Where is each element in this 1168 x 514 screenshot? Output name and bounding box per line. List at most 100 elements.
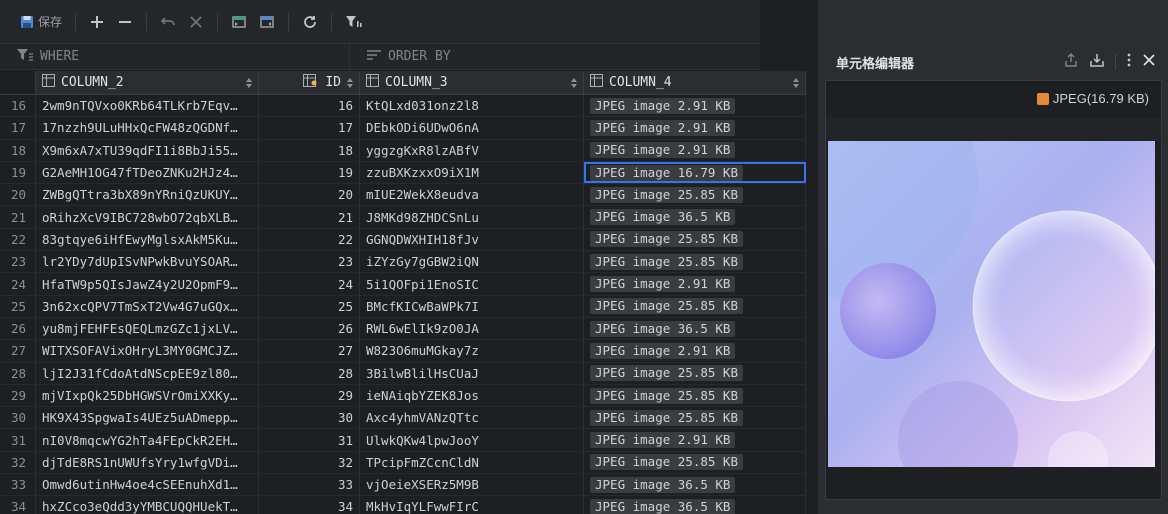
table-row[interactable]: 27 WITXSOFAVixOHryL3MY0GMCJZ… 27 W823O6muMG… — [0, 340, 806, 363]
cell-column-4[interactable]: JPEG image 25.85 KB — [584, 451, 806, 474]
cell-column-4[interactable]: JPEG image 2.91 KB — [584, 139, 806, 161]
cell-id[interactable]: 22 — [259, 228, 360, 251]
cancel-button[interactable] — [182, 8, 210, 36]
table-row[interactable]: 22 83gtqye6iHfEwyMglsxAkM5Ku… 22 GGNQDWXHIH… — [0, 228, 806, 252]
cell-id[interactable]: 21 — [259, 206, 360, 228]
cell-id[interactable]: 31 — [259, 429, 360, 451]
cell-column-4[interactable]: JPEG image 25.85 KB — [584, 407, 806, 429]
cell-column-4[interactable]: JPEG image 2.91 KB — [584, 117, 806, 139]
table-row[interactable]: 28 ljI2J31fCdoAtdNScpEE9zl80… 28 3BilwBlilH… — [0, 362, 806, 385]
cell-column-3[interactable]: KtQLxd031onz2l8 — [360, 95, 584, 117]
cell-column-2[interactable]: yu8mjFEHFEsQEQLmzGZc1jxLV… — [36, 317, 259, 340]
cell-column-3[interactable]: J8MKd98ZHDCSnLu — [360, 206, 584, 228]
sort-icon[interactable] — [571, 78, 577, 88]
cell-column-4[interactable]: JPEG image 36.5 KB — [584, 496, 806, 514]
cell-column-4[interactable]: JPEG image 25.85 KB — [584, 228, 806, 251]
cell-column-2[interactable]: X9m6xA7xTU39qdFI1i8BbJi55… — [36, 139, 259, 161]
cell-column-3[interactable]: vjOeieXSERz5M9B — [360, 474, 584, 496]
cell-column-2[interactable]: HfaTW9p5QIsJawZ4y2U2OpmF9… — [36, 273, 259, 295]
add-row-button[interactable] — [83, 8, 111, 36]
cell-id[interactable]: 28 — [259, 362, 360, 384]
cell-column-2[interactable]: oRihzXcV9IBC728wbO72qbXLB… — [36, 206, 259, 228]
table-row[interactable]: 16 2wm9nTQVxo0KRb64TLKrb7Eqv… 16 KtQLxd031o… — [0, 95, 806, 118]
sort-icon[interactable] — [347, 78, 353, 88]
close-icon[interactable] — [1142, 53, 1156, 70]
cell-column-4[interactable]: JPEG image 2.91 KB — [584, 429, 806, 451]
undo-button[interactable] — [154, 8, 182, 36]
cell-id[interactable]: 19 — [259, 161, 360, 184]
cell-column-4[interactable]: JPEG image 25.85 KB — [584, 362, 806, 384]
cell-id[interactable]: 29 — [259, 384, 360, 407]
cell-column-2[interactable]: 2wm9nTQVxo0KRb64TLKrb7Eqv… — [36, 95, 259, 117]
export-button[interactable] — [253, 8, 281, 36]
cell-column-4[interactable]: JPEG image 25.85 KB — [584, 184, 806, 206]
cell-column-3[interactable]: UlwkQKw4lpwJooY — [360, 429, 584, 451]
cell-id[interactable]: 24 — [259, 273, 360, 295]
table-row[interactable]: 24 HfaTW9p5QIsJawZ4y2U2OpmF9… 24 5i1QOFpi1E… — [0, 273, 806, 296]
cell-column-2[interactable]: 3n62xcQPV7TmSxT2Vw4G7uGQx… — [36, 295, 259, 317]
column-header-column-2[interactable]: COLUMN_2 — [36, 71, 259, 94]
table-row[interactable]: 19 G2AeMH1OG47fTDeoZNKu2HJz4… 19 zzuBXKzxxO… — [0, 161, 806, 185]
cell-column-2[interactable]: mjVIxpQk25DbHGWSVrOmiXXKy… — [36, 384, 259, 407]
cell-column-3[interactable]: 5i1QOFpi1EnoSIC — [360, 273, 584, 295]
column-header-column-3[interactable]: COLUMN_3 — [360, 71, 584, 94]
table-row[interactable]: 21 oRihzXcV9IBC728wbO72qbXLB… 21 J8MKd98ZHD… — [0, 206, 806, 229]
filter-button[interactable] — [339, 8, 369, 36]
cell-column-3[interactable]: RWL6wElIk9zO0JA — [360, 317, 584, 340]
cell-column-3[interactable]: iZYzGy7gGBW2iQN — [360, 251, 584, 273]
table-row[interactable]: 34 hxZCco3eQdd3yYMBCUQQHUekT… 34 MkHvIqYLFw… — [0, 496, 806, 514]
table-row[interactable]: 33 Omwd6utinHw4oe4cSEEnuhXd1… 33 vjOeieXSER… — [0, 474, 806, 497]
cell-column-4[interactable]: JPEG image 25.85 KB — [584, 251, 806, 273]
sort-icon[interactable] — [793, 78, 799, 88]
download-icon[interactable] — [1089, 52, 1105, 71]
sort-icon[interactable] — [246, 78, 252, 88]
cell-column-4[interactable]: JPEG image 36.5 KB — [584, 474, 806, 496]
cell-column-3[interactable]: Axc4yhmVANzQTtc — [360, 407, 584, 429]
upload-icon[interactable] — [1063, 52, 1079, 71]
save-button[interactable]: 保存 — [14, 8, 68, 36]
column-header-id[interactable]: ID — [259, 71, 360, 94]
cell-id[interactable]: 20 — [259, 184, 360, 206]
cell-column-4[interactable]: JPEG image 25.85 KB — [584, 295, 806, 317]
import-button[interactable] — [225, 8, 253, 36]
cell-column-3[interactable]: 3BilwBlilHsCUaJ — [360, 362, 584, 384]
delete-row-button[interactable] — [111, 8, 139, 36]
cell-column-4[interactable]: JPEG image 36.5 KB — [584, 317, 806, 340]
cell-column-2[interactable]: HK9X43SpgwaIs4UEz5uADmepp… — [36, 407, 259, 429]
cell-column-4[interactable]: JPEG image 2.91 KB — [584, 273, 806, 295]
table-row[interactable]: 20 ZWBgQTtra3bX89nYRniQzUKUY… 20 mIUE2WekX8… — [0, 184, 806, 207]
cell-column-3[interactable]: mIUE2WekX8eudva — [360, 184, 584, 206]
cell-column-4[interactable]: JPEG image 16.79 KB — [584, 161, 806, 184]
cell-column-2[interactable]: 17nzzh9ULuHHxQcFW48zQGDNf… — [36, 117, 259, 139]
cell-id[interactable]: 23 — [259, 251, 360, 273]
table-row[interactable]: 25 3n62xcQPV7TmSxT2Vw4G7uGQx… 25 BMcfKICwBa… — [0, 295, 806, 318]
cell-id[interactable]: 27 — [259, 340, 360, 362]
cell-column-3[interactable]: DEbkODi6UDwO6nA — [360, 117, 584, 139]
cell-id[interactable]: 30 — [259, 407, 360, 429]
cell-column-3[interactable]: W823O6muMGkay7z — [360, 340, 584, 362]
cell-column-2[interactable]: G2AeMH1OG47fTDeoZNKu2HJz4… — [36, 161, 259, 184]
cell-id[interactable]: 25 — [259, 295, 360, 317]
order-by-input[interactable]: ORDER BY — [350, 44, 451, 69]
cell-column-3[interactable]: MkHvIqYLFwwFIrC — [360, 496, 584, 514]
table-row[interactable]: 23 lr2YDy7dUpISvNPwkBvuYSOAR… 23 iZYzGy7gGB… — [0, 251, 806, 274]
cell-id[interactable]: 33 — [259, 474, 360, 496]
cell-column-2[interactable]: ljI2J31fCdoAtdNScpEE9zl80… — [36, 362, 259, 384]
cell-column-3[interactable]: BMcfKICwBaWPk7I — [360, 295, 584, 317]
where-filter-input[interactable]: WHERE — [0, 44, 350, 69]
column-header-column-4[interactable]: COLUMN_4 — [584, 71, 806, 94]
cell-id[interactable]: 16 — [259, 95, 360, 117]
cell-column-3[interactable]: zzuBXKzxxO9iX1M — [360, 161, 584, 184]
cell-column-2[interactable]: 83gtqye6iHfEwyMglsxAkM5Ku… — [36, 228, 259, 251]
cell-column-2[interactable]: hxZCco3eQdd3yYMBCUQQHUekT… — [36, 496, 259, 514]
table-row[interactable]: 31 nI0V8mqcwYG2hTa4FEpCkR2EH… 31 UlwkQKw4lp… — [0, 429, 806, 452]
table-row[interactable]: 30 HK9X43SpgwaIs4UEz5uADmepp… 30 Axc4yhmVAN… — [0, 407, 806, 430]
cell-column-2[interactable]: djTdE8RS1nUWUfsYry1wfgVDi… — [36, 451, 259, 474]
cell-column-2[interactable]: ZWBgQTtra3bX89nYRniQzUKUY… — [36, 184, 259, 206]
table-row[interactable]: 32 djTdE8RS1nUWUfsYry1wfgVDi… 32 TPcipFmZCc… — [0, 451, 806, 475]
cell-column-3[interactable]: GGNQDWXHIH18fJv — [360, 228, 584, 251]
cell-column-3[interactable]: ieNAiqbYZEK8Jos — [360, 384, 584, 407]
refresh-button[interactable] — [296, 8, 324, 36]
table-row[interactable]: 26 yu8mjFEHFEsQEQLmzGZc1jxLV… 26 RWL6wElIk9… — [0, 317, 806, 341]
cell-id[interactable]: 32 — [259, 451, 360, 474]
